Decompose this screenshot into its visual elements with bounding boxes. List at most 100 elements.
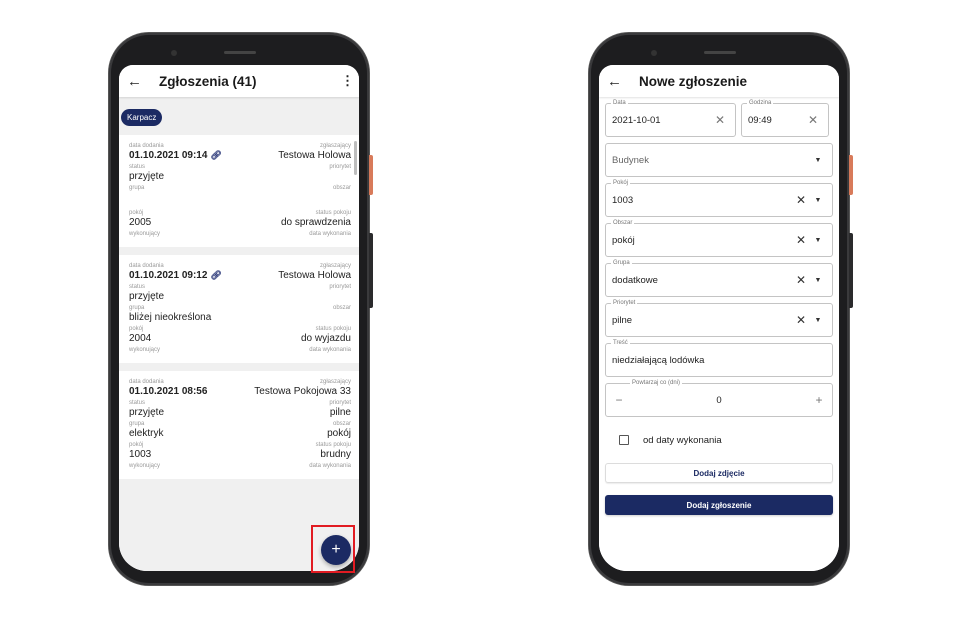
phone-frame-left: ← Zgłoszenia (41) ⋮ Karpacz data dodania… (109, 33, 373, 585)
reporter: Testowa Holowa (278, 270, 351, 281)
group-select[interactable]: Grupa dodatkowe ✕ ▼ (605, 259, 833, 297)
app-bar: ← Nowe zgłoszenie (599, 65, 839, 97)
label-reporter: zgłaszający (319, 263, 351, 269)
ticket-card[interactable]: data dodania 01.10.2021 09:12 🔗︎ zgłaszaj… (119, 255, 359, 363)
paperclip-icon: 🔗︎ (210, 150, 222, 160)
status: przyjęte (129, 407, 165, 418)
label-date-added: data dodania (129, 379, 164, 385)
label-assignee: wykonujący (129, 463, 161, 469)
clear-icon[interactable]: ✕ (792, 273, 810, 287)
power-button (369, 155, 373, 195)
screen-form: ← Nowe zgłoszenie Data 2021-10-01 ✕ Godz… (599, 65, 839, 571)
status: przyjęte (129, 291, 165, 302)
speaker (224, 51, 256, 54)
label-room: pokój (129, 210, 144, 216)
filter-chip[interactable]: Karpacz (121, 109, 163, 126)
label-priority: priorytet (329, 284, 351, 290)
room: 2005 (129, 217, 152, 228)
reporter: Testowa Holowa (278, 150, 351, 161)
label-status: status (129, 164, 146, 170)
add-photo-button[interactable]: Dodaj zdjęcie (605, 463, 833, 483)
label-group: grupa (129, 421, 145, 427)
clear-icon[interactable]: ✕ (792, 313, 810, 327)
chevron-down-icon[interactable]: ▼ (810, 237, 826, 244)
time-value: 09:49 (748, 114, 772, 126)
label-priority: priorytet (329, 400, 351, 406)
scrollbar[interactable] (354, 141, 357, 175)
label-status: status (129, 284, 146, 290)
repeat-stepper[interactable]: Powtarzaj co (dni) − 0 + (605, 379, 833, 417)
volume-button (849, 233, 853, 308)
ticket-list[interactable]: Karpacz data dodania 01.10.2021 09:14 🔗︎ … (119, 97, 359, 571)
room: 2004 (129, 333, 152, 344)
priority-value: pilne (612, 314, 633, 326)
label-area: obszar (332, 421, 351, 427)
checkbox[interactable] (619, 435, 629, 445)
date-field[interactable]: Data 2021-10-01 ✕ (605, 99, 736, 137)
chevron-down-icon[interactable]: ▼ (810, 317, 826, 324)
plus-icon[interactable]: + (812, 393, 826, 407)
app-bar: ← Zgłoszenia (41) ⋮ (119, 65, 359, 97)
label-assignee: wykonujący (129, 231, 161, 237)
date-label: Data (611, 99, 628, 107)
content-label: Treść (611, 339, 630, 347)
screen-list: ← Zgłoszenia (41) ⋮ Karpacz data dodania… (119, 65, 359, 571)
label-assignee: wykonujący (129, 347, 161, 353)
paperclip-icon: 🔗︎ (210, 270, 222, 280)
camera (651, 50, 657, 56)
arrow-left-icon[interactable]: ← (607, 73, 629, 90)
clear-icon[interactable]: ✕ (711, 113, 729, 127)
label-done-date: data wykonania (309, 347, 351, 353)
area-label: Obszar (611, 219, 635, 227)
volume-button (369, 233, 373, 308)
content-value: niedziałającą lodówka (612, 354, 705, 366)
highlight-box (311, 525, 355, 573)
label-date-added: data dodania (129, 143, 164, 149)
label-room: pokój (129, 326, 144, 332)
chevron-down-icon[interactable]: ▼ (810, 197, 826, 204)
priority-label: Priorytet (611, 299, 638, 307)
clear-icon[interactable]: ✕ (792, 233, 810, 247)
minus-icon[interactable]: − (612, 393, 626, 407)
clear-icon[interactable]: ✕ (792, 193, 810, 207)
room-select[interactable]: Pokój 1003 ✕ ▼ (605, 179, 833, 217)
label-done-date: data wykonania (309, 463, 351, 469)
time-label: Godzina (747, 99, 774, 107)
room-status: do sprawdzenia (280, 217, 351, 228)
more-vertical-icon[interactable]: ⋮ (341, 73, 354, 89)
repeat-value: 0 (716, 394, 722, 406)
ticket-card[interactable]: data dodania 01.10.2021 09:14 🔗︎ zgłaszaj… (119, 135, 359, 247)
from-done-date-option[interactable]: od daty wykonania (605, 423, 833, 457)
room-value: 1003 (612, 194, 634, 206)
label-area: obszar (332, 185, 351, 191)
status: przyjęte (129, 171, 165, 182)
date-added: 01.10.2021 08:56 (129, 386, 208, 397)
ticket-card[interactable]: data dodania 01.10.2021 08:56 zgłaszając… (119, 371, 359, 479)
building-placeholder: Budynek (612, 154, 649, 166)
reporter: Testowa Pokojowa 33 (254, 386, 351, 397)
submit-ticket-button[interactable]: Dodaj zgłoszenie (605, 495, 833, 515)
area-value: pokój (612, 234, 635, 246)
chevron-down-icon[interactable]: ▼ (810, 277, 826, 284)
content-field[interactable]: Treść niedziałającą lodówka (605, 339, 833, 377)
chevron-down-icon[interactable]: ▼ (810, 157, 826, 164)
arrow-left-icon[interactable]: ← (127, 73, 149, 90)
power-button (849, 155, 853, 195)
group-value: dodatkowe (612, 274, 658, 286)
area: pokój (327, 428, 351, 439)
label-done-date: data wykonania (309, 231, 351, 237)
priority-select[interactable]: Priorytet pilne ✕ ▼ (605, 299, 833, 337)
area-select[interactable]: Obszar pokój ✕ ▼ (605, 219, 833, 257)
group: elektryk (129, 428, 164, 439)
building-select[interactable]: Budynek ▼ (605, 143, 833, 177)
room: 1003 (129, 449, 152, 460)
date-value: 2021-10-01 (612, 114, 661, 126)
phone-frame-right: ← Nowe zgłoszenie Data 2021-10-01 ✕ Godz… (589, 33, 853, 585)
label-date-added: data dodania (129, 263, 164, 269)
repeat-label: Powtarzaj co (dni) (630, 379, 683, 387)
clear-icon[interactable]: ✕ (804, 113, 822, 127)
camera (171, 50, 177, 56)
label-priority: priorytet (329, 164, 351, 170)
time-field[interactable]: Godzina 09:49 ✕ (741, 99, 829, 137)
label-reporter: zgłaszający (319, 379, 351, 385)
